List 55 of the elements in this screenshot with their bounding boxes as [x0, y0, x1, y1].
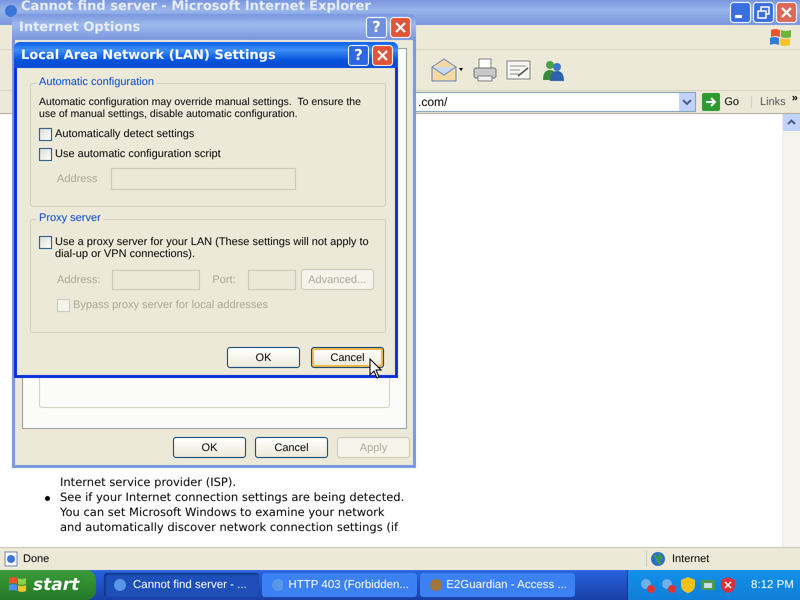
security-shield-icon[interactable]: [680, 576, 696, 594]
firewall-shield-icon[interactable]: [720, 576, 736, 594]
more-links-chevron[interactable]: »: [792, 92, 798, 108]
checkbox-label[interactable]: Use automatic configuration script: [55, 148, 221, 160]
messenger-icon[interactable]: [540, 58, 566, 82]
field-label: Address:: [57, 274, 100, 286]
dialog-title: Internet Options: [19, 20, 142, 34]
start-button[interactable]: start: [0, 570, 96, 600]
checkbox-label[interactable]: Automatically detect settings: [55, 128, 194, 140]
checkbox-label[interactable]: Use a proxy server for your LAN (These settings will not apply to dial-up or VPN connections).: [55, 236, 377, 260]
close-button[interactable]: [776, 2, 797, 23]
page-icon: [3, 551, 19, 567]
address-field[interactable]: .com/: [415, 92, 696, 112]
windows-flag-icon: [768, 26, 794, 48]
window-title: Cannot find server - Microsoft Internet Explorer: [21, 0, 372, 13]
paragraph: Internet service provider (ISP).: [60, 475, 237, 490]
description: Automatic configuration may override manual settings. To ensure the use of manual settings, disable automatic configuration.: [39, 96, 362, 120]
windows-flag-icon: [8, 576, 28, 594]
bullet-icon: [45, 496, 50, 501]
checkbox[interactable]: [39, 148, 52, 161]
dialog-button[interactable]: Cancel: [311, 347, 384, 368]
checkbox[interactable]: [39, 236, 52, 249]
taskbar-button[interactable]: HTTP 403 (Forbidden...: [262, 573, 417, 597]
group-title: Automatic configuration: [37, 76, 156, 88]
close-button[interactable]: [372, 44, 393, 66]
minimize-button[interactable]: [730, 2, 751, 23]
scroll-up-button[interactable]: [783, 114, 800, 131]
edit-icon[interactable]: [506, 59, 532, 81]
field-label: Address: [57, 173, 98, 185]
status-text: Done: [23, 553, 50, 565]
network-error-icon[interactable]: [638, 576, 656, 594]
dialog-button[interactable]: Cancel: [255, 437, 328, 458]
clock: 8:12 PM: [751, 579, 794, 591]
field-label: Port:: [212, 274, 236, 286]
mail-icon[interactable]: [430, 57, 464, 83]
dialog-button[interactable]: OK: [227, 347, 300, 368]
printer-icon[interactable]: [472, 57, 498, 83]
network-error-icon[interactable]: [659, 576, 677, 594]
go-button[interactable]: Go: [700, 93, 747, 111]
close-button[interactable]: [390, 16, 411, 38]
taskbar-button[interactable]: Cannot find server - ...: [104, 573, 259, 597]
paragraph: See if your Internet connection settings are being detected. You can set Microsoft Windows to examine your network and automatically discover network connection settings (if: [60, 490, 405, 535]
dialog-button[interactable]: OK: [173, 437, 246, 458]
zone-text: Internet: [672, 553, 710, 565]
group-title: Proxy server: [37, 212, 103, 224]
checkbox[interactable]: [39, 128, 52, 141]
mouse-pointer-icon: [369, 358, 382, 379]
links-label[interactable]: Links: [760, 96, 786, 108]
dialog-title: Local Area Network (LAN) Settings: [21, 48, 277, 62]
restore-button[interactable]: [753, 2, 774, 23]
globe-icon: [650, 551, 666, 567]
app-icon: [428, 577, 442, 593]
taskbar-button[interactable]: E2Guardian - Access ...: [420, 573, 575, 597]
help-button[interactable]: ?: [348, 44, 369, 66]
address-text: .com/: [417, 95, 448, 109]
